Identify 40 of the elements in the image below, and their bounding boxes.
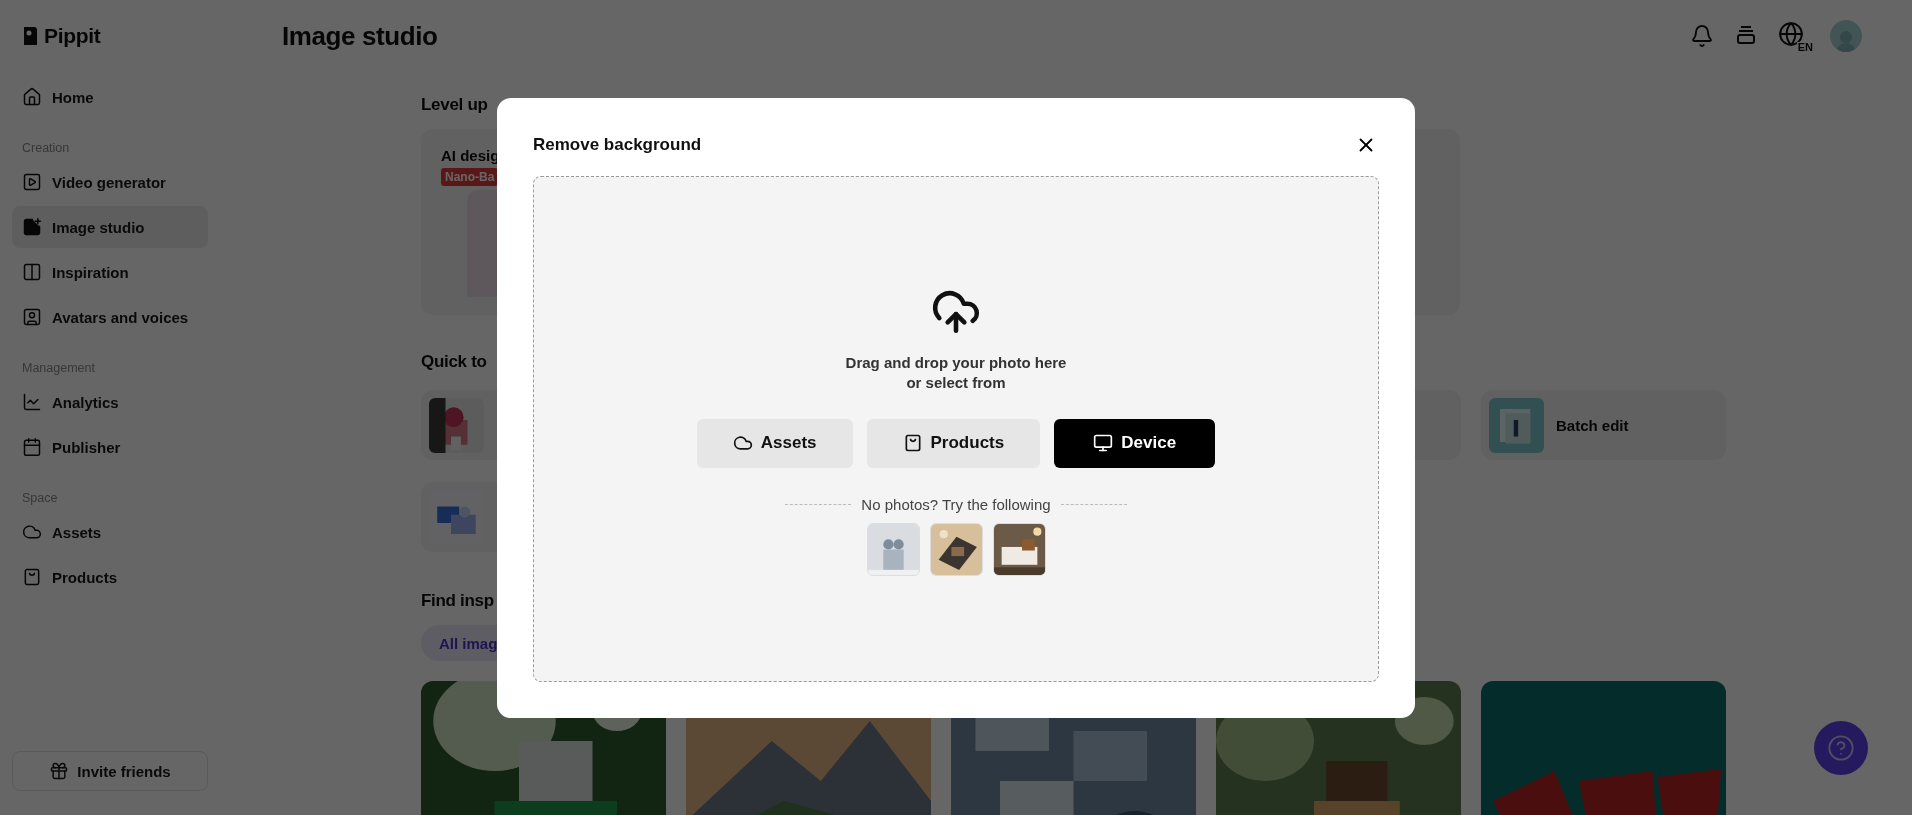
source-button[interactable]: Assets — [696, 418, 853, 468]
panels-icon — [22, 262, 42, 282]
help-button[interactable] — [1814, 721, 1868, 775]
cloud-icon — [22, 522, 42, 542]
sidebar-item[interactable]: Home — [12, 76, 208, 118]
section-heading: Level up — [421, 94, 488, 115]
sidebar-item[interactable]: Inspiration — [12, 251, 208, 293]
chart-icon — [22, 392, 42, 412]
calendar-icon — [22, 437, 42, 457]
sidebar-item[interactable]: Avatars and voices — [12, 296, 208, 338]
sidebar-item[interactable]: Video generator — [12, 161, 208, 203]
sidebar-item[interactable]: Analytics — [12, 381, 208, 423]
sidebar-item[interactable]: Image studio — [12, 206, 208, 248]
dialog-title: Remove background — [533, 134, 702, 155]
user-icon — [22, 307, 42, 327]
samples-label: No photos? Try the following — [861, 495, 1051, 513]
model-tag: Nano-Ba — [441, 168, 499, 186]
video-icon — [22, 172, 42, 192]
help-icon — [1827, 734, 1855, 762]
sidebar-item[interactable]: Products — [12, 556, 208, 598]
notification-icon[interactable] — [1690, 24, 1714, 48]
bag-icon — [22, 567, 42, 587]
home-icon — [22, 87, 42, 107]
tool-card[interactable]: Batch edit — [1481, 390, 1726, 460]
source-button[interactable]: Device — [1054, 418, 1216, 468]
source-button[interactable]: Products — [866, 418, 1041, 468]
invite-button[interactable]: Invite friends — [12, 751, 208, 791]
logo-text: Pippit — [44, 24, 101, 48]
section-heading: Find insp — [421, 590, 494, 611]
section-heading: Quick to — [421, 351, 487, 372]
monitor-icon — [1093, 433, 1114, 453]
logo-icon — [22, 25, 38, 47]
sidebar-item[interactable]: Publisher — [12, 426, 208, 468]
image-icon — [22, 217, 42, 237]
gift-icon — [49, 761, 70, 781]
drop-zone[interactable]: Drag and drop your photo here or select from Assets Products Device No photos? Try the following — [533, 175, 1379, 682]
sidebar-item[interactable]: Assets — [12, 511, 208, 553]
cloud-icon — [732, 433, 753, 453]
page-title: Image studio — [282, 20, 438, 52]
drop-instructions: Drag and drop your photo here or select from — [845, 352, 1067, 393]
